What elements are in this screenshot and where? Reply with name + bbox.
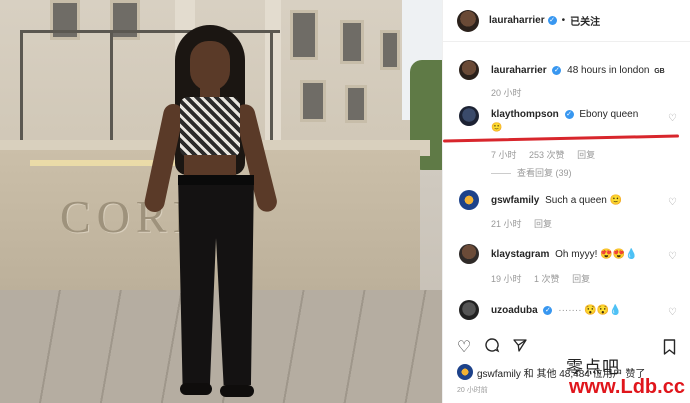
caption-text: 48 hours in london xyxy=(567,65,650,76)
comment-username[interactable]: uzoaduba xyxy=(491,305,538,316)
comment-text: Oh myyy! xyxy=(555,249,598,260)
comments-panel: lauraharrier ✓ • 已关注 lauraharrier ✓ 48 h… xyxy=(442,0,690,403)
reply-button[interactable]: 回复 xyxy=(577,150,595,160)
bookmark-icon[interactable] xyxy=(663,339,676,359)
verified-badge-icon: ✓ xyxy=(543,305,553,315)
watermark-url: www.Ldb.cc xyxy=(569,376,685,398)
share-icon[interactable] xyxy=(511,337,529,358)
comment-emoji: 😯😯💧 xyxy=(584,305,622,316)
comment-time: 21 小时 xyxy=(491,219,522,229)
comment-text: Such a queen xyxy=(545,195,607,206)
like-heart-icon[interactable]: ♡ xyxy=(668,308,677,318)
comment-username[interactable]: klaystagram xyxy=(491,249,549,260)
avatar[interactable] xyxy=(459,60,479,80)
heart-icon[interactable]: ♡ xyxy=(455,337,473,357)
comment-emoji: 🙂 xyxy=(609,195,623,206)
header-username[interactable]: lauraharrier xyxy=(489,15,545,26)
view-replies-label: 查看回复 (39) xyxy=(517,168,572,178)
caption-username[interactable]: lauraharrier xyxy=(491,65,547,76)
following-button[interactable]: 已关注 xyxy=(570,13,600,28)
caption-suffix: GB xyxy=(654,68,665,75)
comment-likes[interactable]: 1 次赞 xyxy=(534,274,560,284)
avatar[interactable] xyxy=(459,244,479,264)
comment-username[interactable]: gswfamily xyxy=(491,195,539,206)
post-time: 20 小时前 xyxy=(457,387,488,394)
post-photo[interactable]: CORI xyxy=(0,0,442,403)
avatar[interactable] xyxy=(459,106,479,126)
verified-badge-icon: ✓ xyxy=(547,16,557,25)
avatar[interactable] xyxy=(459,300,479,320)
like-heart-icon[interactable]: ♡ xyxy=(668,198,677,208)
reply-button[interactable]: 回复 xyxy=(534,219,552,229)
reply-button[interactable]: 回复 xyxy=(572,274,590,284)
woman-figure xyxy=(120,25,290,403)
watermark-cn: 零点吧 xyxy=(566,358,620,378)
comment-text: ······· xyxy=(558,305,582,316)
post-header: lauraharrier ✓ • 已关注 xyxy=(443,0,690,42)
comment-likes[interactable]: 253 次赞 xyxy=(529,150,565,160)
avatar xyxy=(457,364,473,380)
divider xyxy=(491,173,511,175)
comment-emoji: 🙂 xyxy=(491,122,503,132)
comment-text: Ebony queen xyxy=(579,109,639,120)
comment-icon[interactable] xyxy=(483,337,501,358)
comment-time: 7 小时 xyxy=(491,150,517,160)
caption-time: 20 小时 xyxy=(491,88,522,98)
verified-badge-icon: ✓ xyxy=(552,65,562,75)
comment-username[interactable]: klaythompson xyxy=(491,109,559,120)
avatar[interactable] xyxy=(457,9,479,32)
separator: • xyxy=(561,15,566,26)
comment-emoji: 😍😍💧 xyxy=(600,249,638,260)
like-heart-icon[interactable]: ♡ xyxy=(668,114,677,124)
avatar[interactable] xyxy=(459,190,479,210)
view-replies-link[interactable]: 查看回复 (39) xyxy=(491,166,572,179)
comment-time: 19 小时 xyxy=(491,274,522,284)
like-heart-icon[interactable]: ♡ xyxy=(668,252,677,262)
verified-badge-icon: ✓ xyxy=(564,109,574,119)
